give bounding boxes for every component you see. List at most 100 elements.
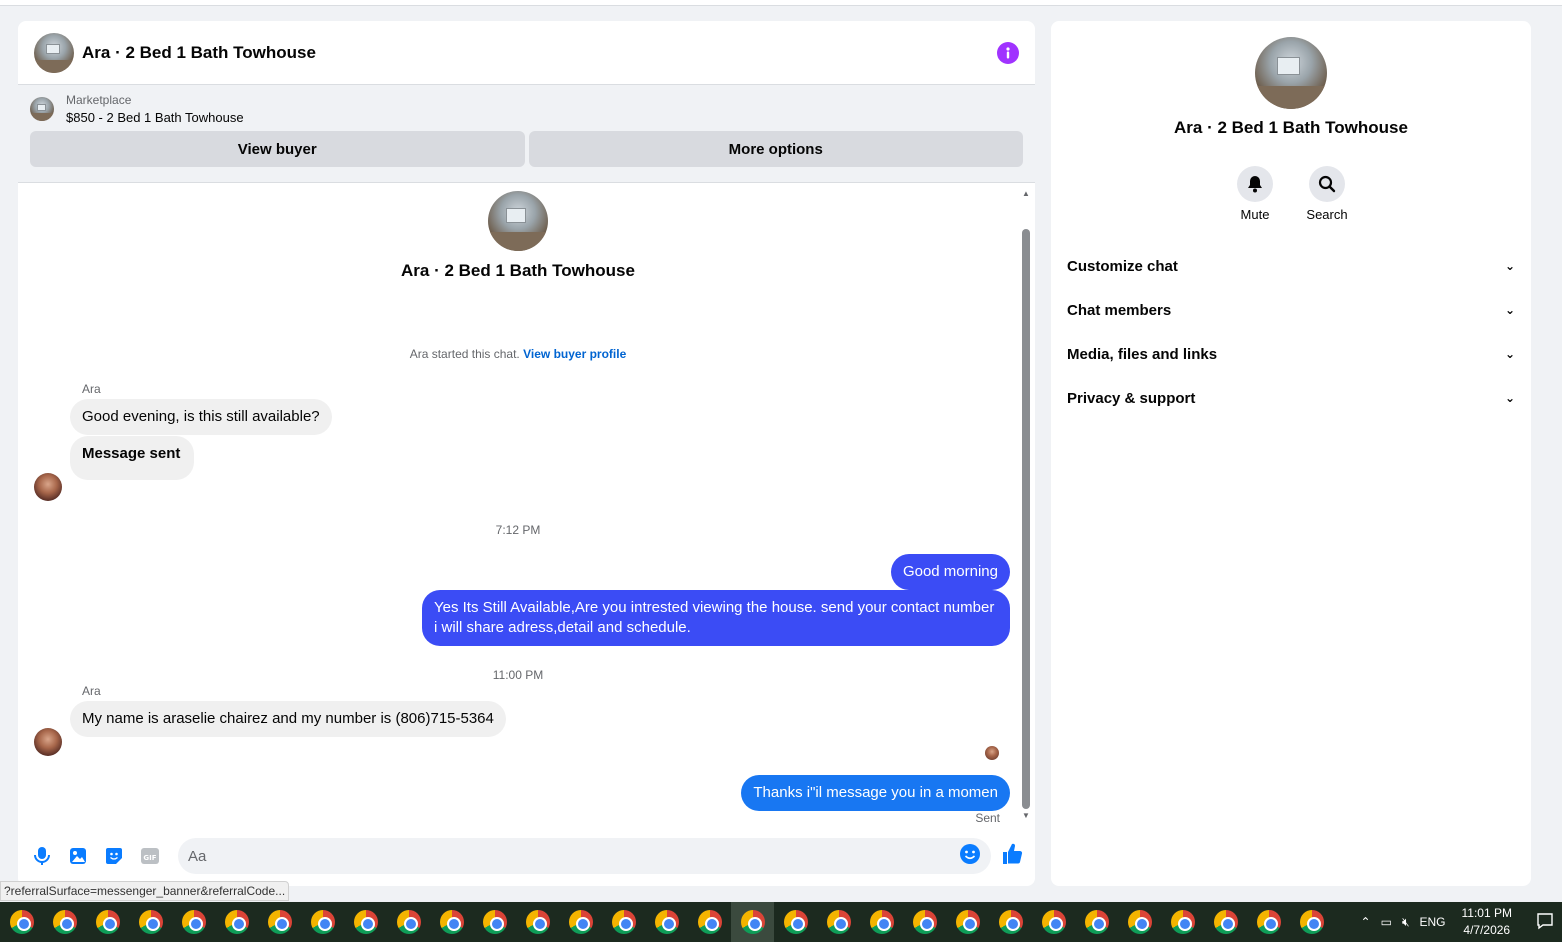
- taskbar-chrome-button[interactable]: [172, 902, 215, 942]
- chrome-icon: [1213, 910, 1238, 934]
- chrome-icon: [95, 910, 120, 934]
- customize-chat-section[interactable]: Customize chat ⌄: [1051, 244, 1531, 288]
- taskbar-chrome-button[interactable]: [989, 902, 1032, 942]
- taskbar-chrome-button[interactable]: [0, 902, 43, 942]
- search-button[interactable]: Search: [1306, 166, 1348, 222]
- chrome-icon: [783, 910, 808, 934]
- chevron-down-icon: ⌄: [1504, 259, 1515, 273]
- profile-avatar[interactable]: [1255, 37, 1327, 109]
- chat-intro: Ara · 2 Bed 1 Bath Towhouse: [18, 191, 1018, 281]
- privacy-support-section[interactable]: Privacy & support ⌄: [1051, 376, 1531, 420]
- chrome-icon: [912, 910, 937, 934]
- taskbar-chrome-button[interactable]: [860, 902, 903, 942]
- section-label: Chat members: [1067, 301, 1172, 319]
- taskbar-chrome-button[interactable]: [129, 902, 172, 942]
- windows-taskbar: ⌃ ▭ 🔇︎ ENG 11:01 PM 4/7/2026: [0, 902, 1562, 942]
- scrollbar-thumb[interactable]: [1022, 229, 1030, 809]
- taskbar-chrome-button[interactable]: [1290, 902, 1333, 942]
- chrome-icon: [826, 910, 851, 934]
- taskbar-chrome-button[interactable]: [903, 902, 946, 942]
- bell-icon: [1248, 176, 1262, 193]
- sticker-icon[interactable]: [102, 844, 126, 868]
- chrome-icon: [310, 910, 335, 934]
- emoji-icon[interactable]: [959, 843, 981, 870]
- speaker-muted-icon[interactable]: 🔇︎: [1402, 915, 1410, 930]
- chat-panel: Ara · 2 Bed 1 Bath Towhouse Marketplace …: [18, 21, 1035, 886]
- search-label: Search: [1306, 207, 1348, 222]
- more-options-button[interactable]: More options: [528, 131, 1023, 167]
- thumbs-up-icon[interactable]: [1001, 843, 1023, 870]
- chrome-icon: [998, 910, 1023, 934]
- outgoing-message[interactable]: Good morning: [890, 554, 1010, 590]
- taskbar-chrome-button[interactable]: [301, 902, 344, 942]
- taskbar-chrome-button[interactable]: [430, 902, 473, 942]
- taskbar-chrome-button[interactable]: [817, 902, 860, 942]
- message-scrollbar[interactable]: ▲ ▼: [1021, 189, 1031, 820]
- taskbar-chrome-button[interactable]: [1075, 902, 1118, 942]
- chrome-icon: [224, 910, 249, 934]
- photo-icon[interactable]: [66, 844, 90, 868]
- scroll-up-icon[interactable]: ▲: [1021, 189, 1031, 198]
- taskbar-chrome-button[interactable]: [688, 902, 731, 942]
- taskbar-chrome-button[interactable]: [1118, 902, 1161, 942]
- mute-button[interactable]: Mute: [1237, 166, 1273, 222]
- taskbar-chrome-button[interactable]: [344, 902, 387, 942]
- incoming-message[interactable]: My name is araselie chairez and my numbe…: [70, 701, 506, 737]
- taskbar-chrome-button[interactable]: [387, 902, 430, 942]
- chevron-down-icon: ⌄: [1504, 347, 1515, 361]
- incoming-message[interactable]: Message sent: [70, 436, 195, 480]
- scroll-down-icon[interactable]: ▼: [1021, 811, 1031, 820]
- taskbar-chrome-button[interactable]: [731, 902, 774, 942]
- media-files-links-section[interactable]: Media, files and links ⌄: [1051, 332, 1531, 376]
- outgoing-message[interactable]: Yes Its Still Available,Are you intreste…: [422, 590, 1010, 646]
- listing-title[interactable]: $850 - 2 Bed 1 Bath Towhouse: [66, 110, 244, 125]
- chrome-icon: [955, 910, 980, 934]
- profile-name: Ara · 2 Bed 1 Bath Towhouse: [1174, 118, 1408, 137]
- sender-avatar[interactable]: [34, 473, 62, 501]
- taskbar-chrome-button[interactable]: [258, 902, 301, 942]
- details-accordion: Customize chat ⌄ Chat members ⌄ Media, fil…: [1051, 244, 1531, 420]
- info-icon[interactable]: [997, 41, 1019, 64]
- taskbar-chrome-button[interactable]: [1247, 902, 1290, 942]
- chat-title[interactable]: Ara · 2 Bed 1 Bath Towhouse: [82, 43, 316, 63]
- taskbar-chrome-button[interactable]: [1204, 902, 1247, 942]
- outgoing-message[interactable]: Thanks i"il message you in a momen: [741, 775, 1010, 811]
- sender-avatar[interactable]: [34, 728, 62, 756]
- gif-icon[interactable]: GIF: [138, 844, 162, 868]
- clock-date: 4/7/2026: [1463, 923, 1511, 937]
- taskbar-chrome-button[interactable]: [86, 902, 129, 942]
- view-buyer-button[interactable]: View buyer: [30, 131, 525, 167]
- chrome-icon: [525, 910, 550, 934]
- chat-members-section[interactable]: Chat members ⌄: [1051, 288, 1531, 332]
- incoming-message[interactable]: Good evening, is this still available?: [70, 399, 332, 435]
- taskbar-chrome-button[interactable]: [559, 902, 602, 942]
- message-list[interactable]: Ara · 2 Bed 1 Bath Towhouse Ara started …: [18, 183, 1035, 825]
- view-buyer-profile-link[interactable]: View buyer profile: [523, 347, 626, 361]
- taskbar-chrome-button[interactable]: [1032, 902, 1075, 942]
- network-icon[interactable]: ▭: [1381, 915, 1392, 929]
- intro-avatar: [488, 191, 548, 251]
- language-indicator[interactable]: ENG: [1420, 915, 1446, 929]
- taskbar-chrome-button[interactable]: [516, 902, 559, 942]
- taskbar-chrome-button[interactable]: [774, 902, 817, 942]
- notifications-icon[interactable]: [1536, 912, 1554, 933]
- message-input[interactable]: [188, 847, 959, 865]
- taskbar-chrome-button[interactable]: [215, 902, 258, 942]
- chat-avatar[interactable]: [34, 32, 74, 73]
- taskbar-clock[interactable]: 11:01 PM 4/7/2026: [1462, 905, 1512, 939]
- chevron-up-icon[interactable]: ⌃: [1361, 915, 1371, 929]
- taskbar-chrome-button[interactable]: [946, 902, 989, 942]
- taskbar-chrome-button[interactable]: [473, 902, 516, 942]
- message-composer: GIF: [18, 826, 1035, 886]
- taskbar-chrome-button[interactable]: [43, 902, 86, 942]
- taskbar-chrome-button[interactable]: [1161, 902, 1204, 942]
- message-sender: Ara: [82, 684, 101, 698]
- taskbar-apps: [0, 902, 1333, 942]
- taskbar-chrome-button[interactable]: [602, 902, 645, 942]
- message-input-wrapper[interactable]: [178, 838, 991, 874]
- chrome-icon: [568, 910, 593, 934]
- listing-thumbnail[interactable]: [30, 97, 54, 121]
- taskbar-chrome-button[interactable]: [645, 902, 688, 942]
- chrome-icon: [439, 910, 464, 934]
- microphone-icon[interactable]: [30, 844, 54, 868]
